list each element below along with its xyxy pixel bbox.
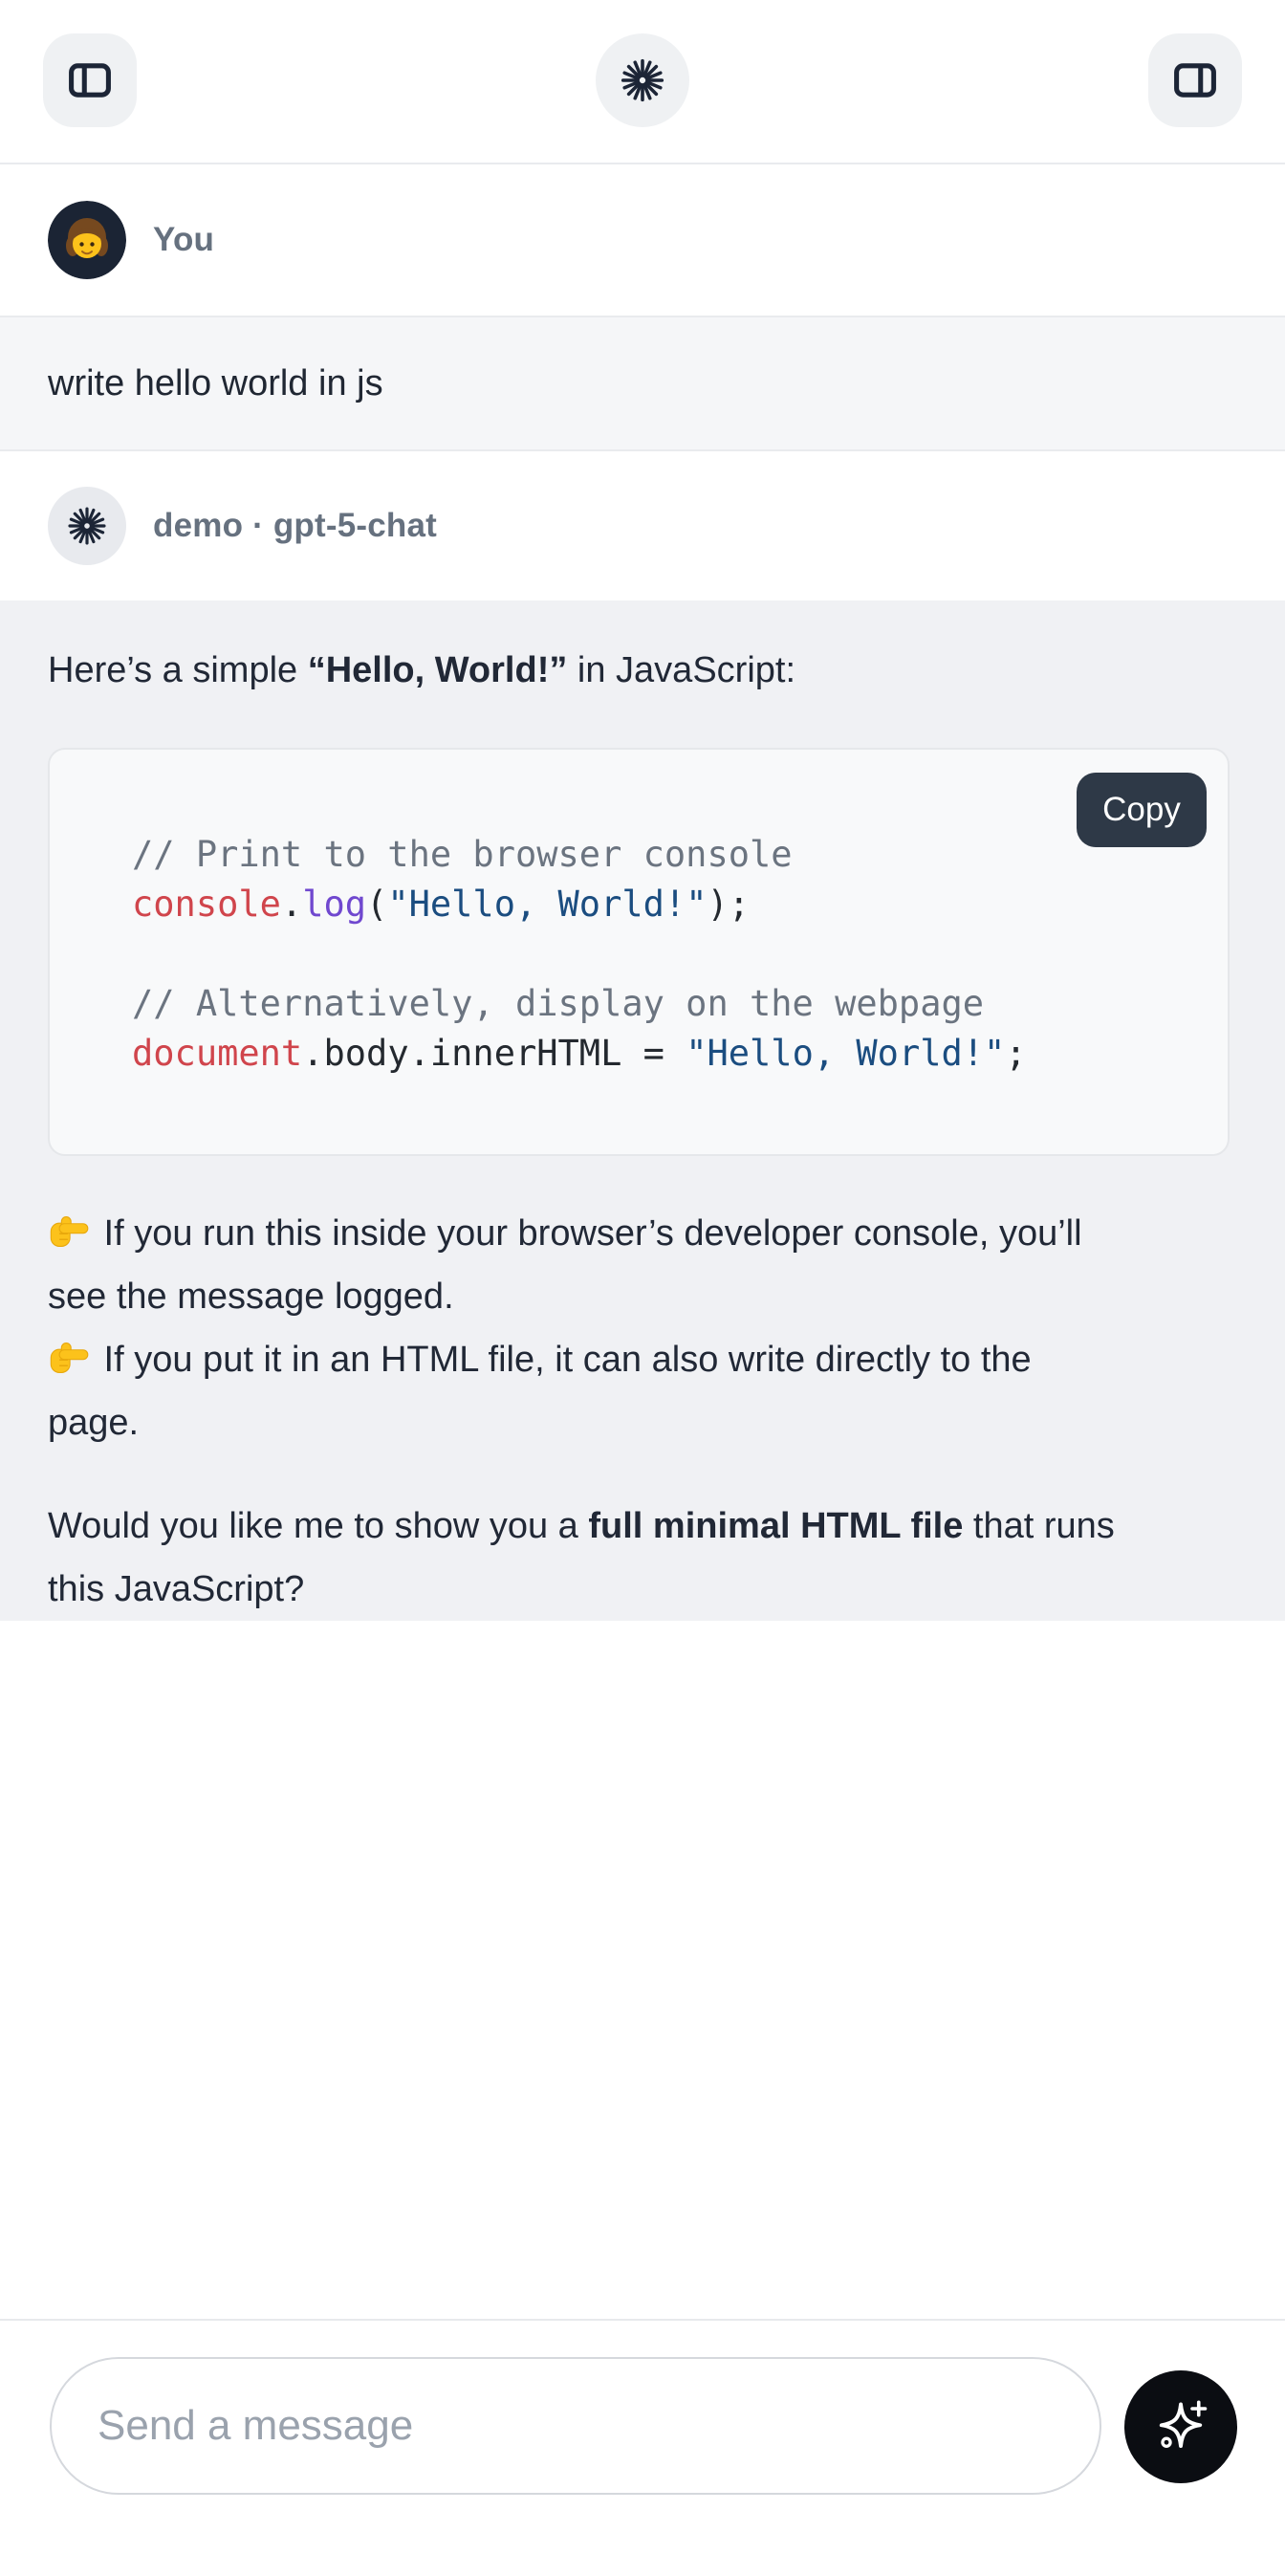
model-menu-button[interactable]	[596, 33, 689, 127]
message-input-container	[50, 2357, 1101, 2495]
message-input[interactable]	[96, 2401, 1056, 2451]
text-line: Here’s a simple “Hello, World!” in JavaS…	[48, 639, 1237, 702]
copy-code-button[interactable]: Copy	[1077, 773, 1207, 847]
code-line: document.body.innerHTML = "Hello, World!…	[132, 1029, 1209, 1079]
code-line	[132, 929, 1209, 979]
code-line: // Print to the browser console	[132, 830, 1209, 880]
send-button[interactable]	[1124, 2370, 1237, 2483]
panel-left-icon	[64, 55, 116, 106]
text-line: Would you like me to show you a full min…	[48, 1495, 1237, 1558]
composer-bar	[0, 2321, 1285, 2525]
text-line: see the message logged.	[48, 1265, 1237, 1328]
sparkle-icon	[1149, 2394, 1212, 2460]
user-message: write hello world in js	[0, 316, 1285, 451]
assistant-question-paragraph: Would you like me to show you a full min…	[48, 1495, 1237, 1621]
text-line: If you put it in an HTML file, it can al…	[48, 1328, 1237, 1391]
chat-app: { "header": { "buttons": [ {"icon": "pan…	[0, 0, 1285, 2576]
top-bar	[0, 0, 1285, 164]
assistant-note-paragraph: If you run this inside your browser’s de…	[48, 1202, 1237, 1454]
code-content: // Print to the browser consoleconsole.l…	[50, 750, 1228, 1079]
code-line: // Alternatively, display on the webpage	[132, 979, 1209, 1029]
code-line: console.log("Hello, World!");	[132, 880, 1209, 929]
assistant-intro-paragraph: Here’s a simple “Hello, World!” in JavaS…	[48, 639, 1237, 702]
chat-scroll-area	[0, 1621, 1285, 2321]
assistant-message-header: demo · gpt-5-chat	[0, 451, 1285, 600]
user-message-text: write hello world in js	[48, 363, 383, 404]
toggle-right-panel-button[interactable]	[1148, 33, 1242, 127]
user-name-label: You	[153, 221, 214, 259]
code-block: Copy // Print to the browser consolecons…	[48, 748, 1230, 1156]
point-right-icon	[48, 1210, 90, 1252]
starburst-icon	[618, 55, 667, 105]
assistant-message: Here’s a simple “Hello, World!” in JavaS…	[0, 600, 1285, 1621]
assistant-model-label: demo · gpt-5-chat	[153, 507, 437, 545]
text-line: this JavaScript?	[48, 1558, 1237, 1621]
user-message-header: You	[0, 164, 1285, 316]
assistant-avatar	[48, 487, 126, 565]
text-line: page.	[48, 1391, 1237, 1454]
toggle-left-panel-button[interactable]	[43, 33, 137, 127]
user-avatar	[48, 201, 126, 279]
panel-right-icon	[1169, 55, 1221, 106]
point-right-icon	[48, 1336, 90, 1378]
text-line: If you run this inside your browser’s de…	[48, 1202, 1237, 1265]
